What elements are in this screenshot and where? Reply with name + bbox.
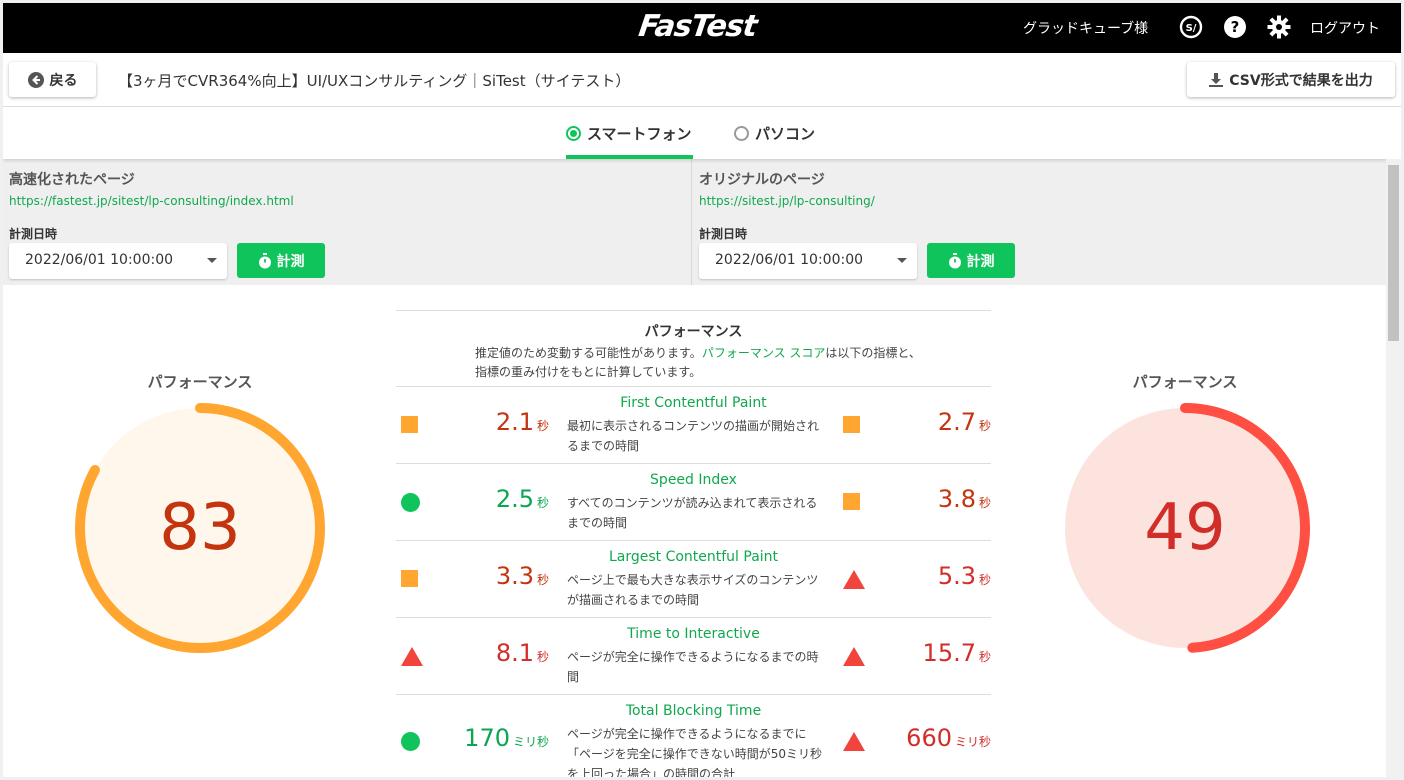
back-label: 戻る	[49, 72, 78, 89]
sitest-icon[interactable]: S/	[1179, 15, 1203, 39]
tab-pc-label: パソコン	[755, 125, 816, 143]
left-gauge-title: パフォーマンス	[147, 373, 253, 391]
metric-name[interactable]: Time to Interactive	[396, 626, 991, 642]
metrics-header: パフォーマンス 推定値のため変動する可能性があります。パフォーマンス スコアは以…	[396, 310, 991, 387]
svg-text:?: ?	[1231, 18, 1240, 36]
optimized-performance-gauge: 83	[73, 401, 327, 655]
metric-description: ページが完全に操作できるようになるまでの時間	[567, 650, 819, 684]
chevron-down-icon	[207, 258, 217, 263]
original-page-panel: オリジナルのページ https://sitest.jp/lp-consultin…	[693, 159, 1386, 285]
performance-score: 83	[159, 491, 241, 565]
metric-name[interactable]: First Contentful Paint	[396, 395, 991, 411]
page-title: 【3ヶ月でCVR364%向上】UI/UXコンサルティング｜SiTest（サイテス…	[118, 72, 631, 90]
measure-date-value: 2022/06/01 10:00:00	[25, 252, 174, 268]
original-metric-value: 15.7 秒	[922, 639, 991, 667]
original-page-heading: オリジナルのページ	[699, 172, 825, 188]
measure-label: 計測	[276, 253, 305, 270]
vertical-scrollbar[interactable]	[1386, 159, 1401, 777]
optimized-metric-value: 8.1 秒	[495, 639, 549, 667]
average-square-icon	[843, 493, 860, 510]
right-gauge-title: パフォーマンス	[1132, 373, 1238, 391]
measure-button[interactable]: 計測	[237, 243, 325, 278]
csv-export-label: CSV形式で結果を出力	[1229, 72, 1373, 89]
measure-button[interactable]: 計測	[927, 243, 1015, 278]
download-icon	[1209, 72, 1224, 87]
optimized-page-url[interactable]: https://fastest.jp/sitest/lp-consulting/…	[9, 194, 294, 208]
original-metric-value: 2.7 秒	[937, 408, 991, 436]
fail-triangle-icon	[843, 732, 865, 751]
metric-description: 最初に表示されるコンテンツの描画が開始されるまでの時間	[567, 419, 820, 453]
active-tab-indicator	[566, 155, 693, 159]
arrow-left-circle-icon	[27, 71, 44, 88]
radio-unselected-icon	[734, 126, 749, 141]
svg-text:S/: S/	[1186, 23, 1197, 34]
optimized-metric-value: 3.3 秒	[495, 562, 549, 590]
measure-date-select[interactable]: 2022/06/01 10:00:00	[9, 243, 227, 279]
original-performance-gauge: 49	[1058, 401, 1312, 655]
fail-triangle-icon	[843, 570, 865, 589]
stopwatch-icon	[948, 252, 961, 268]
app-window: FasTest グラッドキューブ様 S/ ? ログアウト 戻る 【3ヶ月でCVR…	[3, 3, 1401, 777]
measure-label: 計測	[966, 253, 995, 270]
pass-circle-icon	[401, 493, 420, 512]
metric-description: すべてのコンテンツが読み込まれて表示されるまでの時間	[567, 496, 818, 530]
url-panels: 高速化されたページ https://fastest.jp/sitest/lp-c…	[3, 159, 1386, 285]
stopwatch-icon	[258, 252, 271, 268]
optimized-metric-value: 2.1 秒	[495, 408, 549, 436]
average-square-icon	[401, 416, 418, 433]
optimized-page-panel: 高速化されたページ https://fastest.jp/sitest/lp-c…	[3, 159, 692, 285]
pass-circle-icon	[401, 732, 420, 751]
average-square-icon	[843, 416, 860, 433]
radio-selected-icon	[566, 126, 581, 141]
fastest-logo[interactable]: FasTest	[637, 9, 759, 44]
metric-name[interactable]: Speed Index	[396, 472, 991, 488]
metric-row: Total Blocking Time 170 ミリ秒 ページが完全に操作できるように…	[396, 695, 991, 777]
csv-export-button[interactable]: CSV形式で結果を出力	[1187, 62, 1395, 97]
metric-description: ページが完全に操作できるようになるまでに「ページを完全に操作できない時間が50ミ…	[567, 727, 823, 777]
average-square-icon	[401, 570, 418, 587]
metric-row: Largest Contentful Paint 3.3 秒ページ上で最も大きな表示…	[396, 541, 991, 618]
gear-icon[interactable]	[1267, 15, 1291, 39]
metrics-title: パフォーマンス	[644, 324, 743, 340]
metric-name[interactable]: Total Blocking Time	[396, 703, 991, 719]
optimized-page-heading: 高速化されたページ	[9, 172, 135, 188]
chevron-down-icon	[897, 258, 907, 263]
scrollbar-thumb[interactable]	[1388, 165, 1399, 341]
original-metric-value: 5.3 秒	[937, 562, 991, 590]
original-page-url[interactable]: https://sitest.jp/lp-consulting/	[699, 194, 875, 208]
sub-bar: 戻る 【3ヶ月でCVR364%向上】UI/UXコンサルティング｜SiTest（サ…	[3, 53, 1401, 107]
original-metric-value: 3.8 秒	[937, 485, 991, 513]
performance-score: 49	[1144, 491, 1226, 565]
metrics-description-text: 推定値のため変動する可能性があります。	[475, 346, 702, 360]
metric-name[interactable]: Largest Contentful Paint	[396, 549, 991, 565]
metrics-description: 推定値のため変動する可能性があります。パフォーマンス スコアは以下の指標と、指標…	[475, 344, 925, 382]
device-tabs: スマートフォン パソコン	[3, 107, 1401, 159]
user-name: グラッドキューブ様	[1023, 21, 1149, 37]
help-icon[interactable]: ?	[1223, 15, 1247, 39]
tab-smartphone-label: スマートフォン	[587, 125, 692, 143]
performance-score-link[interactable]: パフォーマンス スコア	[702, 346, 826, 360]
measure-date-label: 計測日時	[699, 227, 748, 241]
measure-date-label: 計測日時	[9, 227, 58, 241]
metric-row: Time to Interactive 8.1 秒ページが完全に操作できるようになる…	[396, 618, 991, 695]
original-metric-value: 660 ミリ秒	[906, 724, 991, 752]
metric-row: First Contentful Paint 2.1 秒最初に表示されるコンテンツの…	[396, 387, 991, 464]
fail-triangle-icon	[843, 647, 865, 666]
measure-date-value: 2022/06/01 10:00:00	[715, 252, 864, 268]
tab-pc[interactable]: パソコン	[734, 123, 815, 144]
back-button[interactable]: 戻る	[9, 62, 96, 97]
metric-description: ページ上で最も大きな表示サイズのコンテンツが描画されるまでの時間	[567, 573, 819, 607]
measure-date-select[interactable]: 2022/06/01 10:00:00	[699, 243, 917, 279]
optimized-metric-value: 2.5 秒	[495, 485, 549, 513]
fail-triangle-icon	[401, 647, 423, 666]
optimized-metric-value: 170 ミリ秒	[464, 724, 549, 752]
logout-link[interactable]: ログアウト	[1310, 18, 1380, 38]
top-bar: FasTest グラッドキューブ様 S/ ? ログアウト	[3, 3, 1401, 53]
metric-row: Speed Index 2.5 秒すべてのコンテンツが読み込まれて表示されるまでの時…	[396, 464, 991, 541]
tab-smartphone[interactable]: スマートフォン	[566, 123, 692, 144]
metrics-table: パフォーマンス 推定値のため変動する可能性があります。パフォーマンス スコアは以…	[396, 310, 991, 777]
